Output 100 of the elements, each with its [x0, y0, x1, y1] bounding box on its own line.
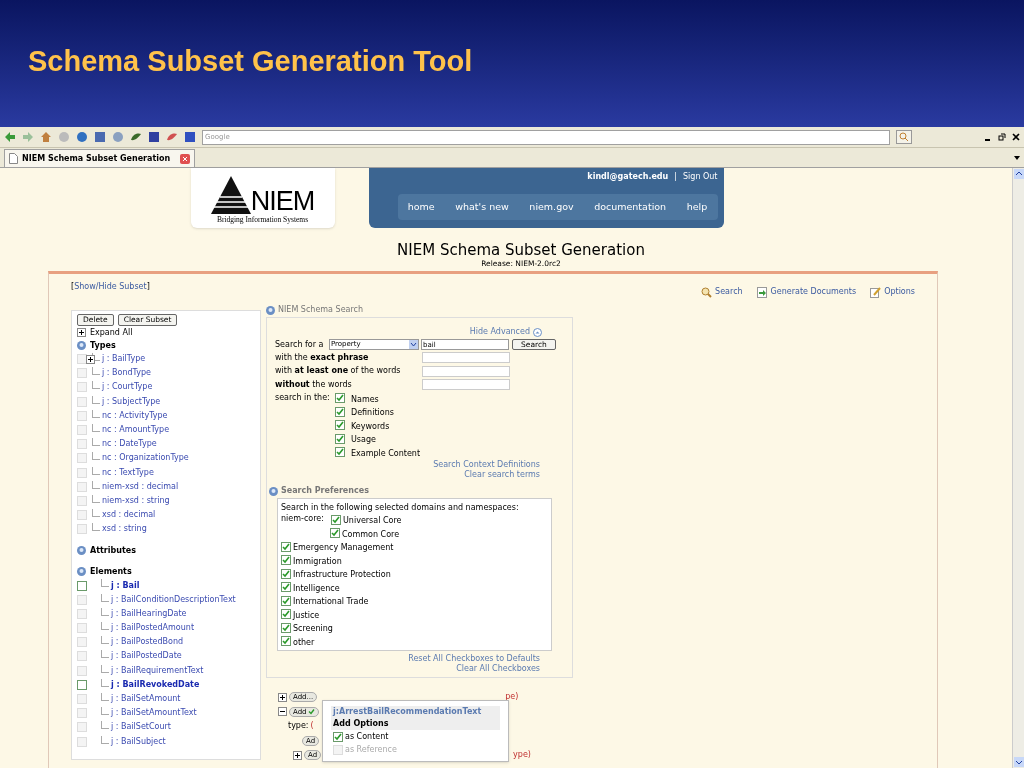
tree-item[interactable]: nc : OrganizationType	[102, 452, 189, 465]
checkbox-label: Universal Core	[343, 515, 402, 528]
checkbox[interactable]	[335, 420, 345, 431]
expand-all-label[interactable]: Expand All	[90, 326, 133, 339]
tree-item[interactable]: j : BailPostedDate	[111, 650, 182, 663]
checkbox[interactable]	[77, 679, 87, 690]
preferences-link[interactable]: Clear All Checkboxes	[456, 663, 540, 673]
input-field[interactable]	[422, 379, 510, 391]
caret-icon[interactable]	[1014, 156, 1020, 160]
section-title: Search Preferences	[281, 485, 369, 497]
checkbox-label: Intelligence	[293, 582, 340, 595]
action-link[interactable]: Options	[884, 286, 915, 298]
check-icon	[307, 708, 315, 716]
show-hide-link[interactable]: Show/Hide Subset	[74, 281, 147, 293]
pyramid-icon	[210, 175, 251, 214]
nav-link[interactable]: niem.gov	[529, 199, 574, 215]
leaf-icon[interactable]	[130, 131, 142, 143]
checkbox[interactable]	[281, 636, 291, 647]
tree-item[interactable]: j : BailRevokedDate	[111, 678, 200, 691]
back-arrow-icon[interactable]	[4, 131, 16, 143]
tree-item[interactable]: xsd : string	[102, 523, 147, 536]
expand-icon[interactable]	[293, 750, 302, 760]
checkbox[interactable]	[281, 555, 291, 566]
restore-icon[interactable]	[998, 133, 1006, 141]
bracket: ]	[146, 281, 150, 293]
tree-item[interactable]: nc : TextType	[102, 466, 154, 479]
tree-item[interactable]: j : BailSetCourt	[111, 721, 171, 734]
checkbox[interactable]	[281, 541, 291, 552]
tree-item[interactable]: j : BailPostedBond	[111, 636, 184, 649]
checkbox[interactable]	[330, 528, 340, 539]
search-icon[interactable]	[896, 130, 912, 144]
checkbox[interactable]	[281, 582, 291, 593]
scrollbar[interactable]	[1012, 168, 1024, 768]
action-link[interactable]: Search	[715, 286, 743, 298]
expand-icon[interactable]	[86, 354, 95, 364]
tree-item[interactable]: j : BailRequirementText	[111, 664, 204, 677]
checkbox-label: Example Content	[351, 447, 421, 460]
checkbox[interactable]	[281, 622, 291, 633]
nav-link[interactable]: home	[407, 199, 435, 215]
browser-tab[interactable]: NIEM Schema Subset Generation	[4, 149, 196, 167]
tree-item[interactable]: niem-xsd : string	[102, 494, 170, 507]
core-label: niem-core:	[281, 513, 325, 525]
option-label: as Reference	[345, 743, 397, 756]
section-title: Attributes	[90, 544, 136, 557]
checkbox-label: other	[293, 636, 315, 649]
document-arrow-icon	[756, 286, 768, 298]
tree-item[interactable]: nc : ActivityType	[102, 409, 168, 422]
tree-item[interactable]: j : BailSubject	[111, 735, 166, 748]
chevron-icon	[409, 340, 418, 349]
action-link[interactable]: Generate Documents	[770, 286, 857, 298]
tree-item[interactable]: j : BailSetAmountText	[111, 707, 197, 720]
expand-icon[interactable]	[278, 692, 287, 702]
scroll-up-icon[interactable]	[1013, 169, 1024, 179]
tree-item[interactable]: j : BondType	[102, 367, 151, 380]
checkbox[interactable]	[331, 514, 341, 525]
bracket: [	[71, 281, 75, 293]
forward-arrow-icon[interactable]	[22, 131, 34, 143]
home-icon[interactable]	[40, 131, 52, 143]
hide-advanced-link[interactable]: Hide Advanced	[469, 326, 530, 338]
tree-item[interactable]: j : Bail	[111, 579, 140, 592]
tree-item[interactable]: j : BailHearingDate	[111, 607, 187, 620]
tree-item[interactable]: j : BailSetAmount	[111, 693, 181, 706]
nav-link[interactable]: help	[686, 199, 708, 215]
checkbox[interactable]	[335, 447, 345, 458]
checkbox-label: International Trade	[293, 596, 369, 609]
checkbox[interactable]	[335, 406, 345, 417]
nav-link[interactable]: documentation	[594, 199, 667, 215]
checkbox-label: Emergency Management	[293, 542, 394, 555]
checkbox[interactable]	[335, 433, 345, 444]
collapse-icon[interactable]	[278, 707, 287, 717]
tree-item[interactable]: xsd : decimal	[102, 509, 156, 522]
tree-item[interactable]: j : CourtType	[102, 381, 153, 394]
checkbox[interactable]	[333, 731, 343, 742]
preferences-link[interactable]: Reset All Checkboxes to Defaults	[408, 653, 540, 663]
search-in-label: search in the:	[275, 391, 331, 404]
tree-item[interactable]: j : SubjectType	[102, 395, 161, 408]
nav-link[interactable]: what's new	[455, 199, 509, 215]
close-icon[interactable]	[1012, 133, 1020, 141]
tree-item[interactable]: nc : DateType	[102, 438, 157, 451]
sign-out-link[interactable]: Sign Out	[683, 171, 718, 183]
tree-item[interactable]: niem-xsd : decimal	[102, 480, 179, 493]
input-field[interactable]	[422, 365, 510, 377]
checkbox[interactable]	[77, 580, 87, 591]
search-link[interactable]: Clear search terms	[464, 469, 540, 479]
checkbox-label: Definitions	[351, 407, 394, 420]
scroll-down-icon[interactable]	[1013, 757, 1024, 767]
tree-item[interactable]: j : BailConditionDescriptionText	[111, 593, 236, 606]
checkbox[interactable]	[281, 568, 291, 579]
input-field[interactable]	[422, 352, 510, 364]
expand-icon[interactable]	[77, 328, 86, 337]
checkbox-label: Infrastructure Protection	[293, 569, 391, 582]
tree-item[interactable]: j : BailPostedAmount	[111, 622, 194, 635]
checkbox[interactable]	[335, 393, 345, 404]
section-title: Types	[90, 339, 116, 352]
tree-item[interactable]: j : BailType	[102, 353, 146, 366]
checkbox[interactable]	[281, 609, 291, 620]
checkbox[interactable]	[281, 595, 291, 606]
search-link[interactable]: Search Context Definitions	[433, 459, 540, 469]
page-heading: NIEM Schema Subset Generation	[397, 241, 645, 259]
tree-item[interactable]: nc : AmountType	[102, 424, 170, 437]
